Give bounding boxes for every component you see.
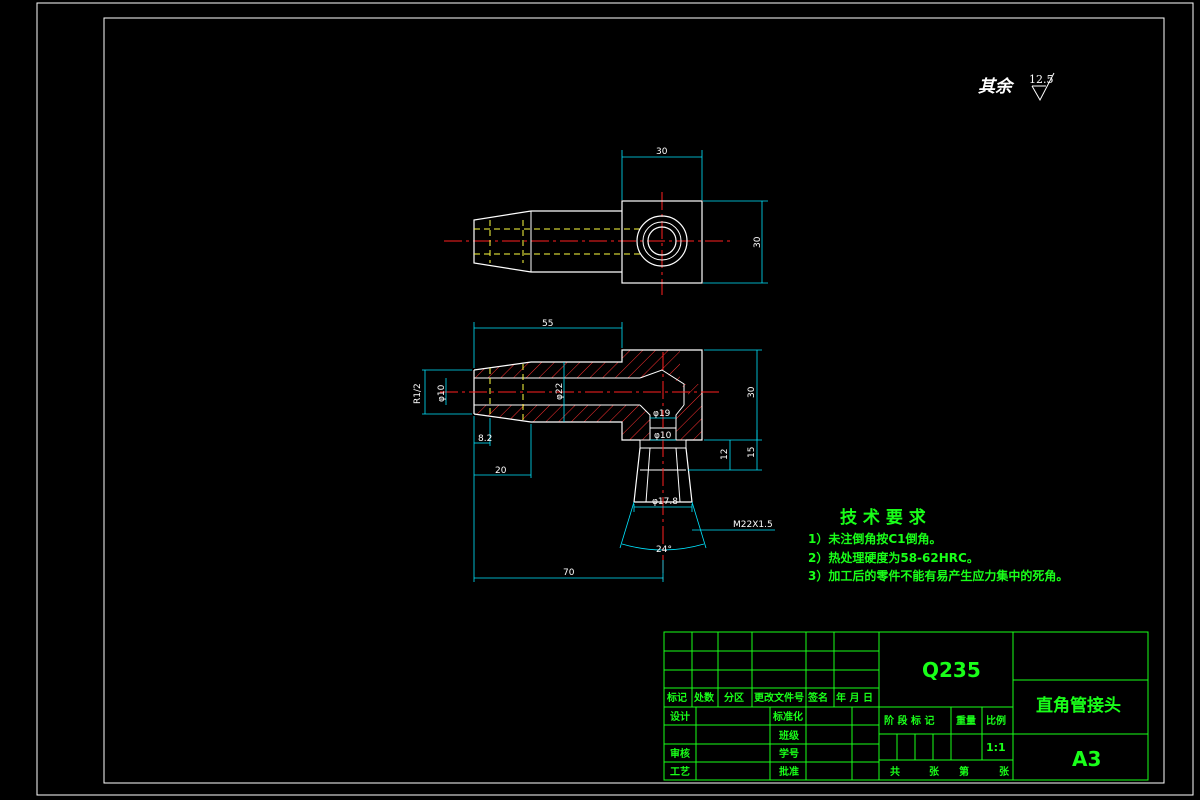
row-design: 设计 [670, 710, 690, 723]
material: Q235 [922, 658, 981, 682]
hdr-1: 处数 [693, 691, 715, 704]
dia-10b: φ10 [654, 431, 672, 441]
bottom-total: 共 [890, 765, 900, 778]
part-name: 直角管接头 [1036, 695, 1121, 716]
hdr-stage: 阶 段 标 记 [884, 714, 934, 727]
row-class: 班级 [779, 729, 800, 742]
hdr-5: 年 月 日 [836, 691, 873, 704]
surface-roughness-mark: 其余 12.5 [978, 72, 1055, 102]
dia-19: φ19 [653, 409, 671, 419]
scale-value: 1:1 [986, 741, 1006, 754]
top-height-dim: 30 [753, 236, 763, 248]
bottom-sheets: 张 [929, 765, 940, 778]
row-process: 工艺 [670, 765, 690, 778]
roughness-value: 12.5 [1029, 73, 1054, 86]
dim-15: 15 [747, 447, 757, 458]
row-review: 审核 [670, 747, 690, 760]
thread-m22: M22X1.5 [733, 520, 773, 530]
sheet-size: A3 [1072, 747, 1101, 771]
dia-22: φ22 [555, 383, 565, 400]
row-standard: 标准化 [772, 710, 803, 723]
drawing-canvas: 其余 12.5 30 30 55 R1/2 φ10 φ22 φ19 φ10 30… [36, 2, 1194, 796]
technical-requirements: 技 术 要 求 1）未注倒角按C1倒角。 2）热处理硬度为58-62HRC。 3… [808, 507, 1068, 583]
tech-req-2: 2）热处理硬度为58-62HRC。 [808, 550, 979, 565]
dim-30: 30 [747, 386, 757, 398]
hdr-weight: 重量 [956, 714, 976, 727]
hdr-scale: 比例 [986, 714, 1006, 727]
dim-20: 20 [495, 466, 507, 476]
inner-border [103, 17, 1165, 784]
tech-req-1: 1）未注倒角按C1倒角。 [808, 531, 942, 546]
len-70: 70 [563, 568, 575, 578]
outer-border [36, 2, 1194, 796]
hdr-4: 签名 [807, 691, 828, 704]
dim-12: 12 [720, 449, 730, 460]
top-view: 30 30 [444, 147, 768, 295]
hdr-3: 更改文件号 [754, 691, 804, 704]
tech-req-title: 技 术 要 求 [840, 507, 926, 528]
bottom-sheet: 张 [999, 765, 1010, 778]
len-55: 55 [542, 319, 553, 329]
row-student-id: 学号 [779, 747, 799, 760]
roughness-label: 其余 [978, 77, 1015, 97]
angle-24: 24° [656, 545, 672, 555]
hdr-2: 分区 [724, 691, 744, 704]
thread-r12: R1/2 [413, 383, 423, 404]
tech-req-3: 3）加工后的零件不能有易产生应力集中的死角。 [808, 568, 1068, 583]
dia-10a: φ10 [437, 384, 447, 402]
hdr-0: 标记 [666, 691, 687, 704]
section-view: 55 R1/2 φ10 φ22 φ19 φ10 30 12 15 8.2 20 … [413, 319, 775, 582]
dia-17: φ17.8 [652, 497, 678, 507]
top-width-dim: 30 [656, 147, 668, 157]
bottom-no: 第 [959, 765, 969, 778]
row-approve: 批准 [779, 765, 799, 778]
dim-8: 8.2 [478, 434, 492, 444]
